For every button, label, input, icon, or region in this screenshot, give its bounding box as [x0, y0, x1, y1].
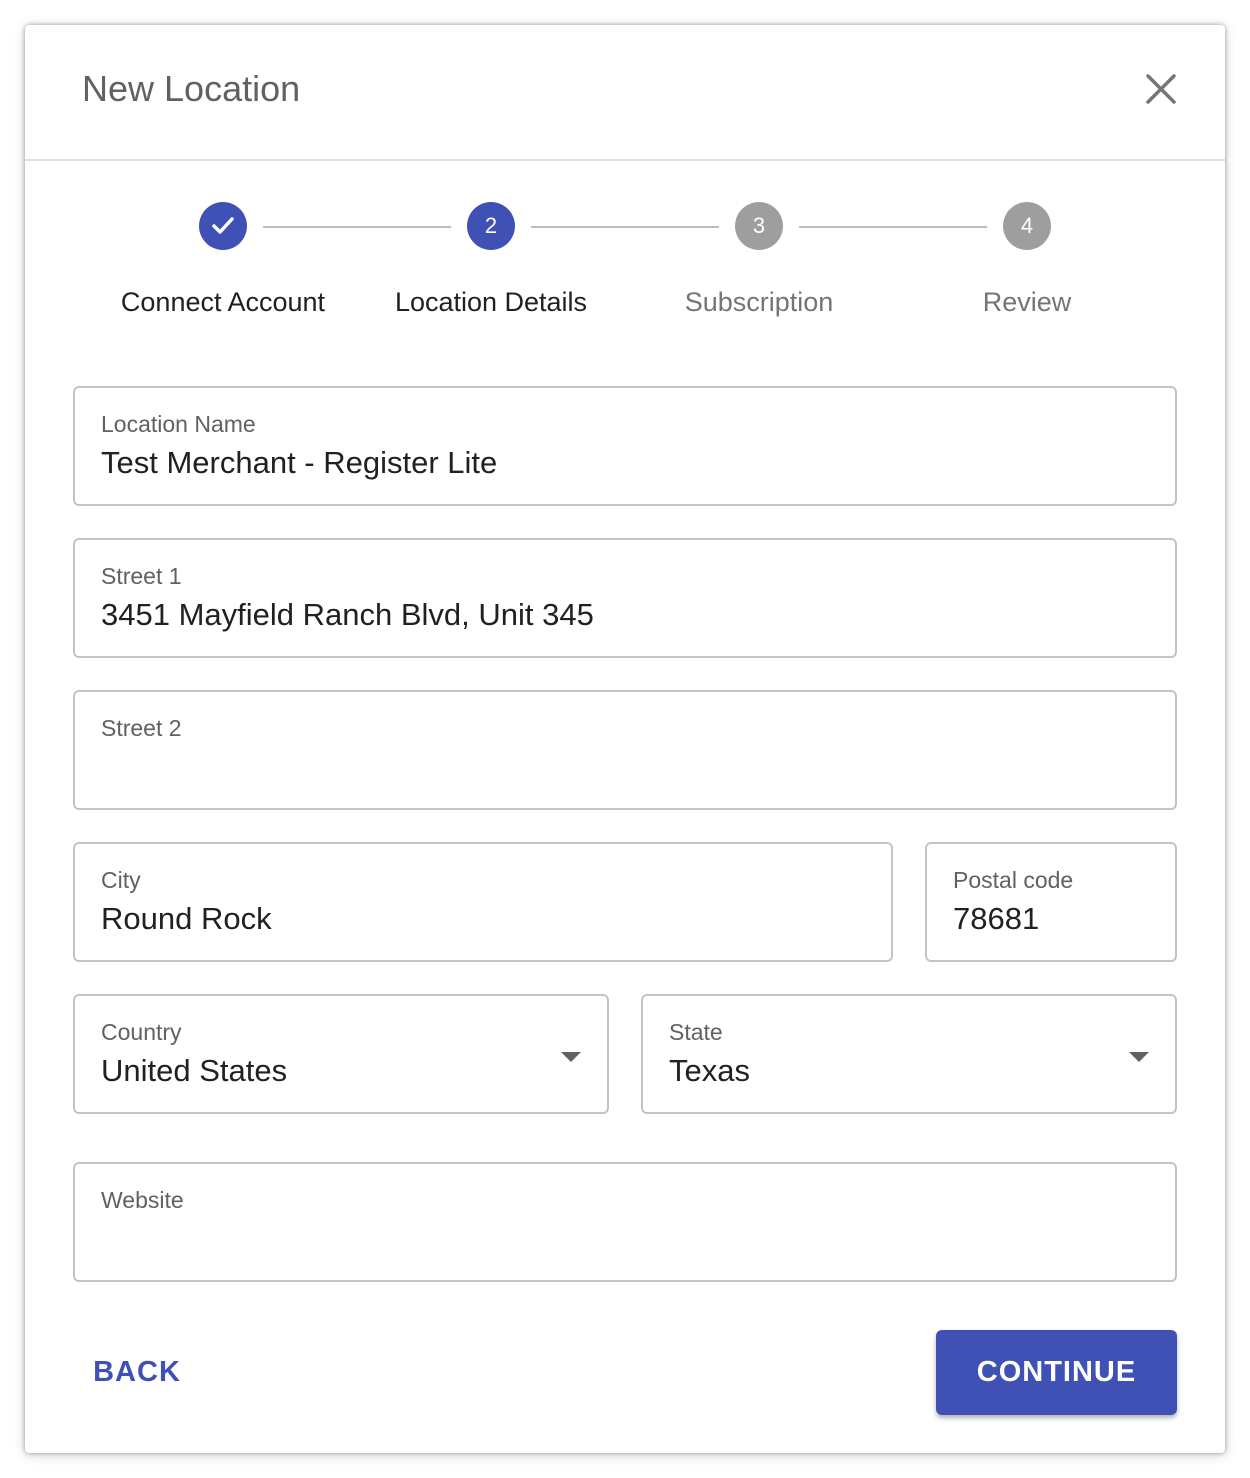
website-field[interactable]: Website	[73, 1162, 1177, 1282]
location-name-value: Test Merchant - Register Lite	[101, 445, 498, 480]
dialog-header: New Location	[25, 25, 1225, 161]
new-location-dialog: New Location 2 3 4 Connect Account Locat	[25, 25, 1225, 1453]
step-2-circle: 2	[467, 202, 515, 250]
city-value: Round Rock	[101, 901, 272, 936]
dialog-title: New Location	[82, 68, 301, 109]
state-value: Texas	[669, 1053, 750, 1088]
step-4-number: 4	[1020, 213, 1034, 238]
location-name-label: Location Name	[101, 411, 256, 437]
step-connector	[531, 226, 719, 228]
city-label: City	[101, 867, 141, 893]
country-select[interactable]: Country United States	[73, 994, 609, 1114]
back-button[interactable]: BACK	[75, 1330, 199, 1414]
country-value: United States	[101, 1053, 288, 1088]
step-2-number: 2	[484, 213, 498, 238]
postal-code-field[interactable]: Postal code 78681	[925, 842, 1177, 962]
location-name-field[interactable]: Location Name Test Merchant - Register L…	[73, 386, 1177, 506]
street1-field[interactable]: Street 1 3451 Mayfield Ranch Blvd, Unit …	[73, 538, 1177, 658]
step-3-number: 3	[752, 213, 766, 238]
dropdown-arrow-icon	[561, 1052, 581, 1062]
check-icon	[212, 217, 234, 234]
step-3-label: Subscription	[684, 287, 834, 317]
country-label: Country	[101, 1019, 182, 1045]
step-connector	[263, 226, 451, 228]
postal-code-value: 78681	[953, 901, 1040, 936]
dropdown-arrow-icon	[1129, 1052, 1149, 1062]
step-4-circle: 4	[1003, 202, 1051, 250]
state-label: State	[669, 1019, 723, 1045]
street2-field[interactable]: Street 2	[73, 690, 1177, 810]
street1-label: Street 1	[101, 563, 182, 589]
close-button[interactable]	[1143, 71, 1179, 107]
step-1-label: Connect Account	[120, 287, 326, 317]
state-select[interactable]: State Texas	[641, 994, 1177, 1114]
step-connector	[799, 226, 987, 228]
continue-button[interactable]: CONTINUE	[936, 1330, 1177, 1415]
street2-label: Street 2	[101, 715, 182, 741]
step-1-circle	[199, 202, 247, 250]
step-3-circle: 3	[735, 202, 783, 250]
step-2-label: Location Details	[394, 287, 588, 317]
street1-value: 3451 Mayfield Ranch Blvd, Unit 345	[101, 597, 594, 632]
website-label: Website	[101, 1187, 184, 1213]
close-icon	[1146, 74, 1176, 104]
city-field[interactable]: City Round Rock	[73, 842, 893, 962]
postal-code-label: Postal code	[953, 867, 1074, 893]
step-4-label: Review	[982, 287, 1072, 317]
